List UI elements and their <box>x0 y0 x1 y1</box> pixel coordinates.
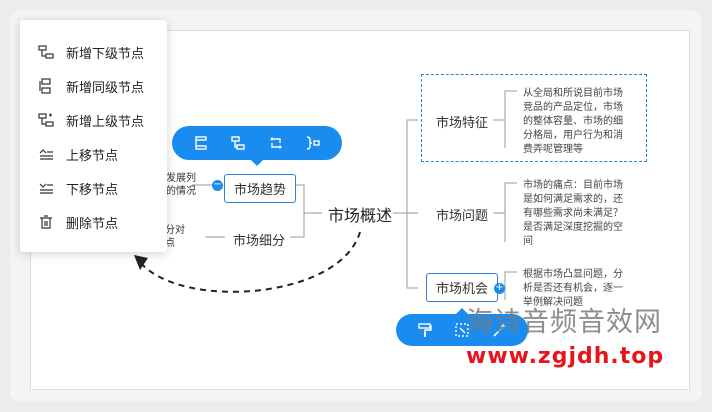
menu-item-add-parent[interactable]: 新增上级节点 <box>20 103 167 137</box>
desc-market-features: 从全局和所说目前市场竞品的产品定位，市场的整体容量、市场的细分格局，用户行为和消… <box>523 88 623 155</box>
watermark-url: www.zgjdh.top <box>466 344 665 369</box>
node-market-segment[interactable]: 市场细分 <box>233 230 285 249</box>
node-market-opportunity[interactable]: 市场机会 <box>426 273 499 302</box>
layout-bracket-icon[interactable] <box>302 132 324 154</box>
add-sibling-icon <box>37 78 55 94</box>
move-up-icon <box>37 146 55 162</box>
menu-item-add-sibling[interactable]: 新增同级节点 <box>20 69 167 103</box>
partial-text: 分对 点 <box>165 225 185 249</box>
menu-item-move-down[interactable]: 下移节点 <box>20 171 167 205</box>
expand-toggle[interactable]: + <box>494 283 505 294</box>
partial-text: 发展列 的情况 <box>166 173 196 197</box>
layout-left-icon[interactable] <box>190 132 212 154</box>
menu-item-add-child[interactable]: 新增下级节点 <box>20 35 167 69</box>
add-parent-icon <box>37 112 55 128</box>
watermark-text: 海诗音频音效网 <box>466 307 662 338</box>
collapse-toggle[interactable]: − <box>212 180 223 191</box>
node-market-trend[interactable]: 市场趋势 <box>224 174 297 203</box>
paint-roller-icon[interactable] <box>414 319 436 341</box>
layout-toolbar <box>172 126 342 166</box>
node-market-problems[interactable]: 市场问题 <box>436 205 488 224</box>
desc-market-problems: 市场的痛点：目前市场是如何满足需求的，还有哪些需求尚未满足？是否满足深度挖掘的空… <box>523 180 623 247</box>
root-node[interactable]: 市场概述 <box>328 202 392 226</box>
layout-loop-icon[interactable] <box>265 132 287 154</box>
node-market-features[interactable]: 市场特征 <box>436 112 488 131</box>
layout-tree-icon[interactable] <box>227 132 249 154</box>
move-down-icon <box>37 180 55 196</box>
trash-icon <box>37 214 55 230</box>
add-child-icon <box>37 44 55 60</box>
menu-item-delete[interactable]: 删除节点 <box>20 205 167 239</box>
context-menu: 新增下级节点 新增同级节点 新增上级节点 上移节点 下移节点 删除节点 <box>20 20 167 252</box>
menu-item-move-up[interactable]: 上移节点 <box>20 137 167 171</box>
